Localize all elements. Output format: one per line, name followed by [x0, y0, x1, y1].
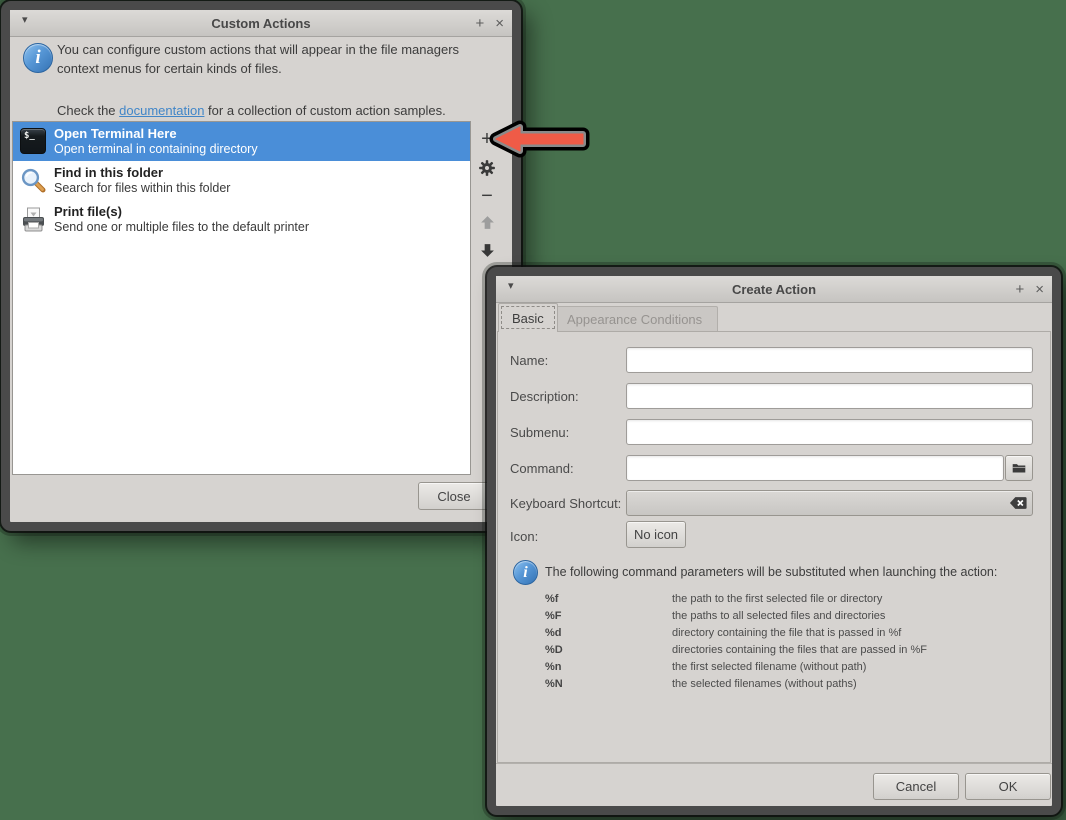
- tab-basic[interactable]: Basic: [498, 303, 558, 332]
- move-up-button[interactable]: [474, 210, 500, 234]
- action-subtitle: Open terminal in containing directory: [54, 142, 258, 158]
- terminal-icon: $_: [20, 128, 47, 155]
- window-title: Custom Actions: [10, 16, 512, 31]
- ok-button[interactable]: OK: [965, 773, 1051, 800]
- clear-shortcut-icon[interactable]: [1007, 495, 1027, 511]
- folder-icon: [1012, 461, 1026, 475]
- keyboard-shortcut-field[interactable]: [626, 490, 1033, 516]
- custom-actions-window: ▾ Custom Actions + × i You can configure…: [1, 1, 521, 531]
- browse-command-button[interactable]: [1005, 455, 1033, 481]
- shade-icon[interactable]: ▾: [508, 281, 514, 292]
- list-item-print-files[interactable]: Print file(s) Send one or multiple files…: [13, 200, 470, 239]
- doc-prefix: Check the: [57, 103, 119, 118]
- close-icon[interactable]: ×: [1035, 282, 1044, 297]
- no-icon-button[interactable]: No icon: [626, 521, 686, 548]
- create-action-titlebar[interactable]: ▾ Create Action + ×: [496, 276, 1052, 303]
- custom-actions-list: $_ Open Terminal Here Open terminal in c…: [12, 121, 471, 475]
- action-title: Open Terminal Here: [54, 126, 258, 142]
- close-button[interactable]: Close: [418, 482, 490, 510]
- move-down-button[interactable]: [474, 238, 500, 262]
- cancel-button[interactable]: Cancel: [873, 773, 959, 800]
- maximize-icon[interactable]: +: [1015, 282, 1024, 297]
- action-subtitle: Send one or multiple files to the defaul…: [54, 220, 309, 236]
- submenu-field[interactable]: [626, 419, 1033, 445]
- description-field[interactable]: [626, 383, 1033, 409]
- custom-actions-titlebar[interactable]: ▾ Custom Actions + ×: [10, 10, 512, 37]
- documentation-line: Check the documentation for a collection…: [57, 103, 446, 118]
- create-action-window: ▾ Create Action + × Basic Appearance Con…: [487, 267, 1061, 815]
- action-area-separator: [496, 763, 1052, 764]
- arrow-down-icon: [479, 242, 496, 259]
- maximize-icon[interactable]: +: [475, 16, 484, 31]
- list-item-find-in-folder[interactable]: Find in this folder Search for files wit…: [13, 161, 470, 200]
- arrow-up-icon: [479, 214, 496, 231]
- info-icon: i: [23, 43, 53, 73]
- intro-text: You can configure custom actions that wi…: [57, 41, 504, 79]
- list-item-open-terminal[interactable]: $_ Open Terminal Here Open terminal in c…: [13, 122, 470, 161]
- doc-suffix: for a collection of custom action sample…: [204, 103, 445, 118]
- name-field[interactable]: [626, 347, 1033, 373]
- shade-icon[interactable]: ▾: [22, 15, 28, 26]
- command-field[interactable]: [626, 455, 1004, 481]
- remove-action-button[interactable]: −: [474, 186, 500, 210]
- action-title: Print file(s): [54, 204, 309, 220]
- tab-appearance-conditions[interactable]: Appearance Conditions: [551, 306, 718, 332]
- documentation-link[interactable]: documentation: [119, 103, 204, 118]
- search-icon: [20, 167, 47, 194]
- close-icon[interactable]: ×: [495, 16, 504, 31]
- desktop: ▾ Custom Actions + × i You can configure…: [0, 0, 1066, 820]
- action-title: Find in this folder: [54, 165, 230, 181]
- minus-icon: −: [481, 186, 493, 206]
- annotation-arrow-icon: [484, 116, 604, 162]
- printer-icon: [20, 206, 47, 233]
- action-subtitle: Search for files within this folder: [54, 181, 230, 197]
- window-title: Create Action: [496, 282, 1052, 297]
